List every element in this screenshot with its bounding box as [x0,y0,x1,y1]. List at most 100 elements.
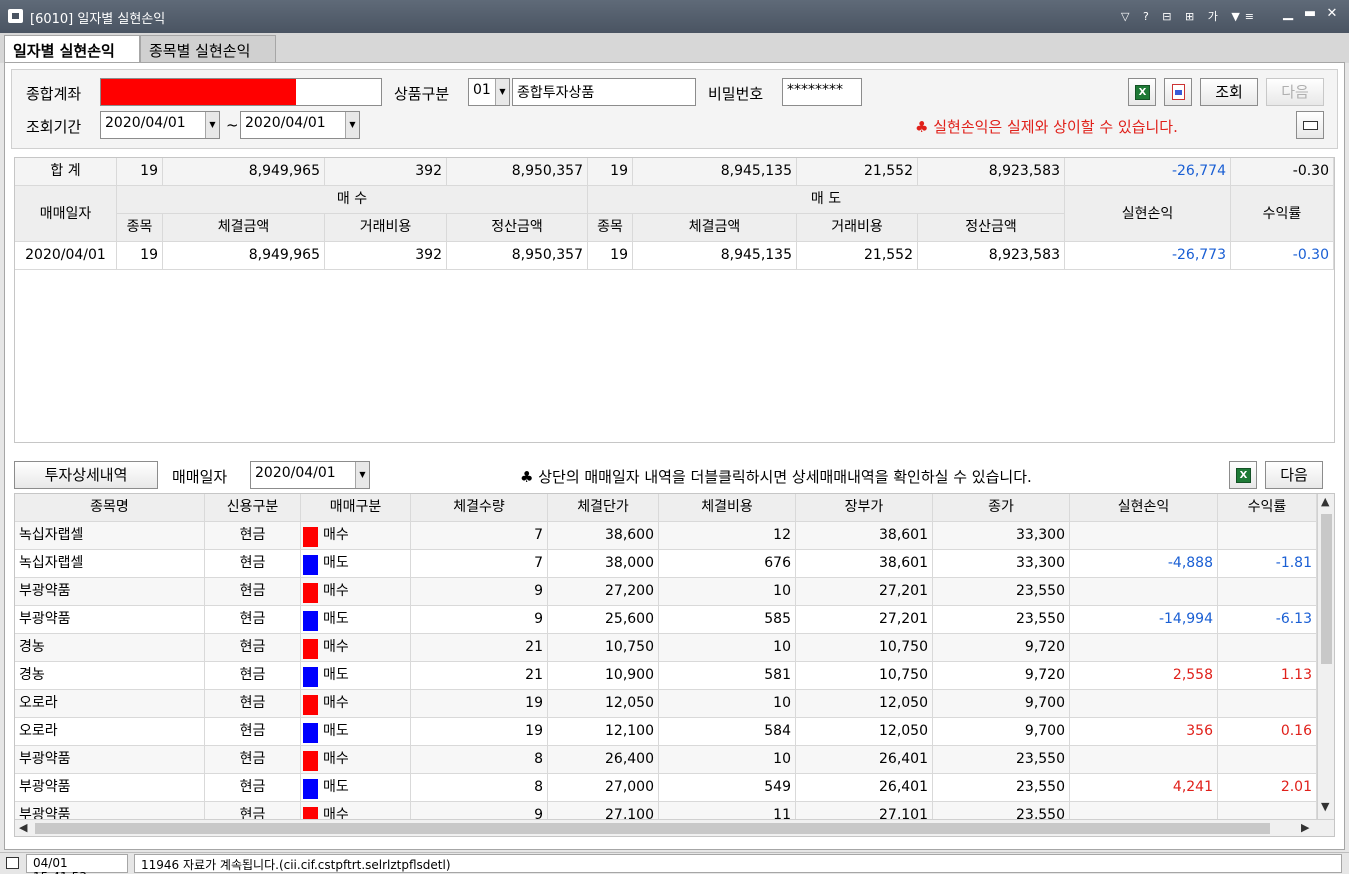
table-row[interactable]: 부광약품 현금 매수 9 27,100 11 27,101 23,550 [15,802,1317,820]
table-row[interactable]: 녹십자랩셀 현금 매수 7 38,600 12 38,601 33,300 [15,522,1317,550]
detail-date-value: 2020/04/01 [255,465,336,481]
detail-excel-button[interactable]: X [1229,461,1257,489]
table-row[interactable]: 오로라 현금 매수 19 12,050 10 12,050 9,700 [15,690,1317,718]
cell-rate [1218,690,1317,718]
cell-name: 녹십자랩셀 [15,550,205,578]
horizontal-scroll-thumb[interactable] [35,823,1270,834]
double-click-hint: ♣ 상단의 매매일자 내역을 더블클릭하시면 상세매매내역을 확인하실 수 있습… [520,468,1032,486]
cell-qty: 9 [411,606,548,634]
table-row[interactable]: 부광약품 현금 매도 9 25,600 585 27,201 23,550 -14,994 -6.… [15,606,1317,634]
cell-pl [1070,522,1218,550]
sell-marker-icon [303,667,318,687]
maximize-button[interactable]: ▬ [1300,5,1320,23]
header-sell-amount: 체결금액 [633,214,797,242]
chevron-down-icon[interactable]: ▼ [205,112,219,138]
vertical-scrollbar[interactable]: ▲ ▼ [1317,494,1334,820]
keyboard-button[interactable] [1296,111,1324,139]
period-label: 조회기간 [26,118,82,136]
table-row[interactable]: 부광약품 현금 매수 8 26,400 10 26,401 23,550 [15,746,1317,774]
row-buy-cost: 392 [325,242,447,270]
print-button[interactable] [1164,78,1192,106]
window-title: [6010] 일자별 실현손익 [30,12,166,27]
scroll-down-icon[interactable]: ▼ [1321,800,1329,813]
cell-book: 38,601 [796,550,933,578]
cell-qty: 21 [411,634,548,662]
total-label: 합 계 [15,158,117,186]
title-toolbar-icons[interactable]: ▽ ? ⊟ ⊞ 가 ▼≡ [1121,8,1259,24]
date-from-select[interactable]: 2020/04/01 ▼ [100,111,220,139]
table-row[interactable]: 오로라 현금 매도 19 12,100 584 12,050 9,700 356 0.16 [15,718,1317,746]
cell-credit: 현금 [205,746,301,774]
cell-price: 26,400 [548,746,659,774]
cell-name: 부광약품 [15,746,205,774]
password-field[interactable]: ******** [782,78,862,106]
investment-detail-button[interactable]: 투자상세내역 [14,461,158,489]
excel-icon: X [1135,85,1150,100]
cell-book: 10,750 [796,634,933,662]
excel-icon: X [1236,468,1251,483]
cell-credit: 현금 [205,802,301,820]
table-row[interactable]: 부광약품 현금 매수 9 27,200 10 27,201 23,550 [15,578,1317,606]
cell-rate [1218,522,1317,550]
cell-cost: 10 [659,746,796,774]
tab-bar: 일자별 실현손익 종목별 실현손익 [0,33,1349,65]
tab-daily-pl[interactable]: 일자별 실현손익 [4,35,140,65]
vertical-scroll-thumb[interactable] [1321,514,1332,664]
product-code-select[interactable]: 01 ▼ [468,78,510,106]
tab-item-pl[interactable]: 종목별 실현손익 [140,35,276,64]
cell-cost: 10 [659,634,796,662]
cell-side: 매도 [301,718,411,746]
cell-close: 23,550 [933,606,1070,634]
scroll-up-icon[interactable]: ▲ [1321,495,1329,508]
total-buy-cost: 392 [325,158,447,186]
scroll-right-icon[interactable]: ▶ [1301,821,1309,834]
next-button[interactable]: 다음 [1266,78,1324,106]
table-row[interactable]: 녹십자랩셀 현금 매도 7 38,000 676 38,601 33,300 -4,888 -1.… [15,550,1317,578]
cell-qty: 7 [411,550,548,578]
row-sell-settle: 8,923,583 [918,242,1065,270]
cell-close: 9,720 [933,662,1070,690]
table-row[interactable]: 경농 현금 매수 21 10,750 10 10,750 9,720 [15,634,1317,662]
scroll-left-icon[interactable]: ◀ [19,821,27,834]
chevron-down-icon[interactable]: ▼ [355,462,369,488]
buy-marker-icon [303,639,318,659]
detail-next-button[interactable]: 다음 [1265,461,1323,489]
cell-name: 부광약품 [15,578,205,606]
horizontal-scrollbar[interactable]: ◀ ▶ [15,819,1334,836]
monitor-icon[interactable] [6,857,19,869]
cell-pl: -14,994 [1070,606,1218,634]
cell-pl: 356 [1070,718,1218,746]
detail-header-cost: 체결비용 [659,494,796,522]
table-row[interactable]: 부광약품 현금 매도 8 27,000 549 26,401 23,550 4,241 2.01 [15,774,1317,802]
cell-book: 26,401 [796,746,933,774]
cell-rate: 1.13 [1218,662,1317,690]
chevron-down-icon[interactable]: ▼ [495,79,509,105]
close-button[interactable]: ✕ [1322,5,1342,23]
cell-side: 매수 [301,802,411,820]
title-bar: [6010] 일자별 실현손익 ▽ ? ⊟ ⊞ 가 ▼≡ ▁ ▬ ✕ [0,0,1349,33]
summary-row[interactable]: 2020/04/01 19 8,949,965 392 8,950,357 19… [15,242,1334,270]
cell-price: 38,000 [548,550,659,578]
account-field[interactable] [100,78,382,106]
query-button[interactable]: 조회 [1200,78,1258,106]
cell-rate: 2.01 [1218,774,1317,802]
detail-date-select[interactable]: 2020/04/01 ▼ [250,461,370,489]
cell-side: 매수 [301,690,411,718]
summary-total-row[interactable]: 합 계 19 8,949,965 392 8,950,357 19 8,945,… [15,158,1334,186]
date-to-select[interactable]: 2020/04/01 ▼ [240,111,360,139]
cell-pl [1070,746,1218,774]
sell-marker-icon [303,723,318,743]
header-realized-pl: 실현손익 [1065,186,1231,242]
chevron-down-icon[interactable]: ▼ [345,112,359,138]
cell-book: 12,050 [796,690,933,718]
total-sell-count: 19 [588,158,633,186]
header-buy-amount: 체결금액 [163,214,325,242]
cell-price: 27,000 [548,774,659,802]
table-row[interactable]: 경농 현금 매도 21 10,900 581 10,750 9,720 2,558 1.13 [15,662,1317,690]
cell-credit: 현금 [205,634,301,662]
cell-side: 매수 [301,522,411,550]
minimize-button[interactable]: ▁ [1278,5,1298,23]
excel-export-button[interactable]: X [1128,78,1156,106]
cell-cost: 549 [659,774,796,802]
row-return-rate: -0.30 [1231,242,1334,270]
